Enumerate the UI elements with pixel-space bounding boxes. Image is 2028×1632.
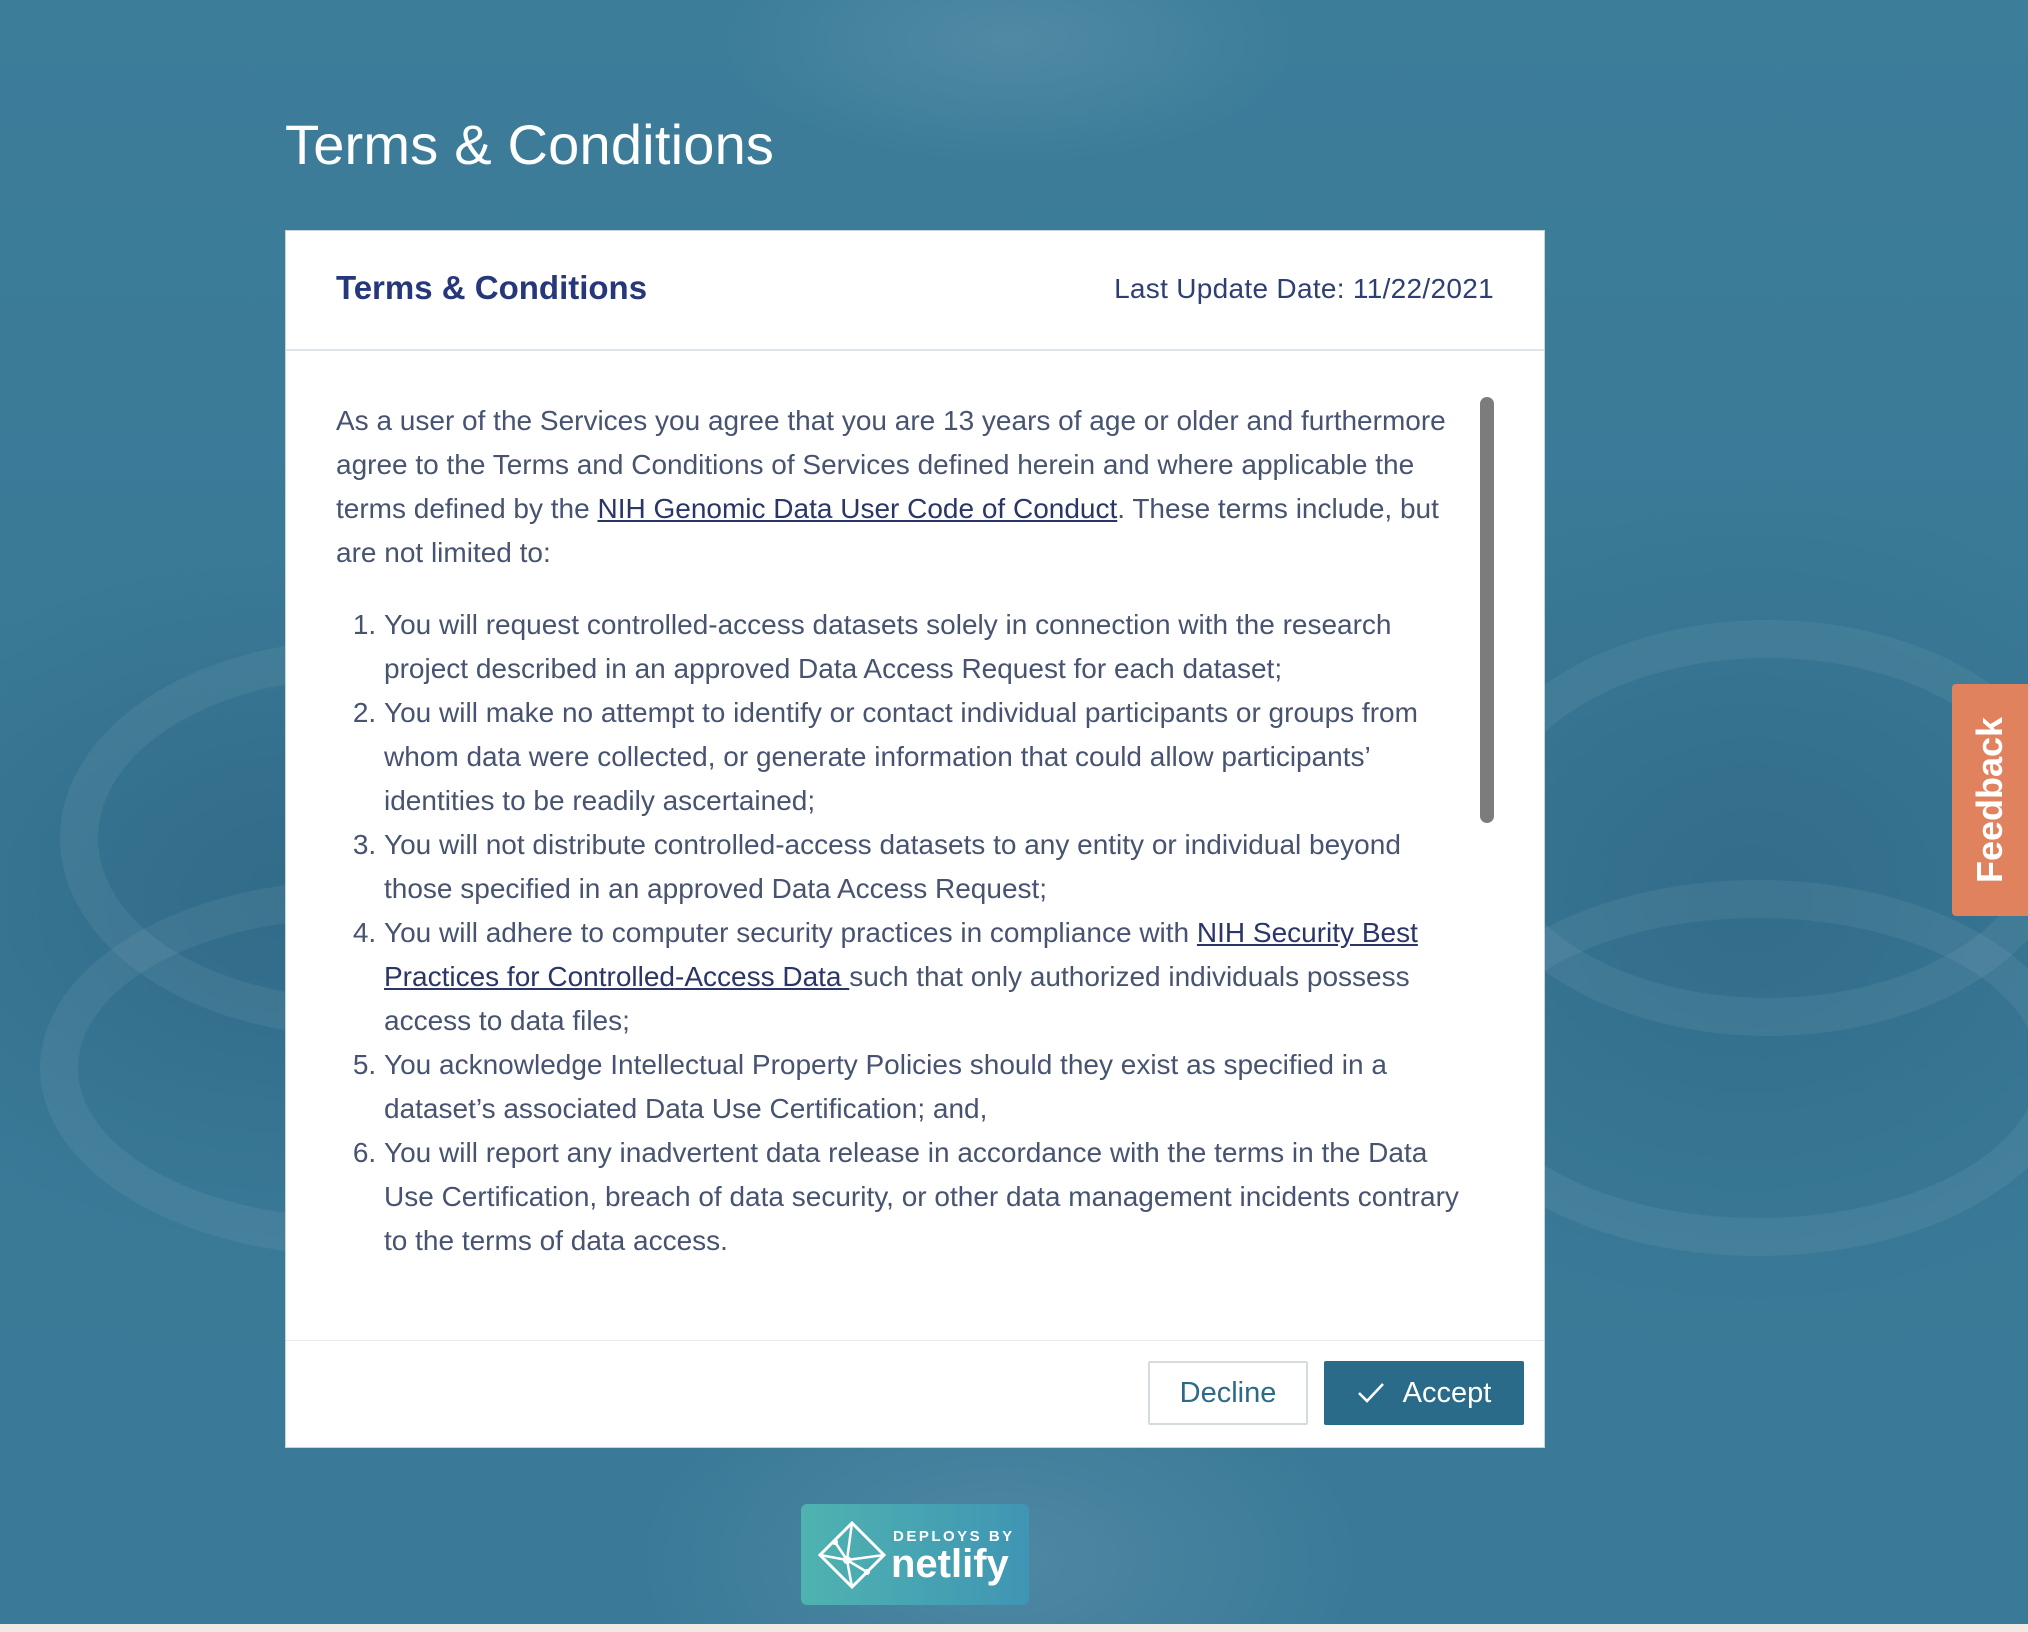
- modal-title: Terms & Conditions: [336, 269, 648, 306]
- terms-scrollbar[interactable]: [1480, 397, 1494, 823]
- modal-header: Terms & Conditions Last Update Date: 11/…: [286, 231, 1544, 351]
- terms-intro: As a user of the Services you agree that…: [336, 399, 1476, 575]
- term-item-6: You will report any inadvertent data rel…: [384, 1131, 1476, 1263]
- accept-button[interactable]: Accept: [1324, 1361, 1524, 1425]
- terms-list: You will request controlled-access datas…: [336, 603, 1476, 1263]
- accept-label: Accept: [1402, 1376, 1492, 1409]
- bottom-edge: [0, 1624, 2028, 1632]
- last-update-date: Last Update Date: 11/22/2021: [1114, 273, 1494, 304]
- term-item-1: You will request controlled-access datas…: [384, 603, 1476, 691]
- netlify-wordmark: netlify: [891, 1542, 1009, 1586]
- terms-modal: Terms & Conditions Last Update Date: 11/…: [285, 230, 1545, 1448]
- term-item-3: You will not distribute controlled-acces…: [384, 823, 1476, 911]
- term-item-5: You acknowledge Intellectual Property Po…: [384, 1043, 1476, 1131]
- decline-button[interactable]: Decline: [1148, 1361, 1308, 1425]
- term-item-2: You will make no attempt to identify or …: [384, 691, 1476, 823]
- decline-label: Decline: [1179, 1376, 1277, 1409]
- term-4-text: You will adhere to computer security pra…: [384, 917, 1197, 948]
- netlify-badge[interactable]: DEPLOYS BY netlify: [801, 1504, 1029, 1605]
- check-icon: [1357, 1381, 1385, 1405]
- netlify-logo-icon: [817, 1520, 887, 1595]
- feedback-label: Feedback: [1969, 716, 2011, 884]
- term-item-4: You will adhere to computer security pra…: [384, 911, 1476, 1043]
- page-title: Terms & Conditions: [285, 113, 775, 176]
- modal-footer: Decline Accept: [286, 1340, 1544, 1447]
- feedback-tab[interactable]: Feedback: [1952, 684, 2028, 916]
- terms-body[interactable]: As a user of the Services you agree that…: [336, 399, 1476, 1339]
- nih-code-of-conduct-link[interactable]: NIH Genomic Data User Code of Conduct: [597, 493, 1117, 524]
